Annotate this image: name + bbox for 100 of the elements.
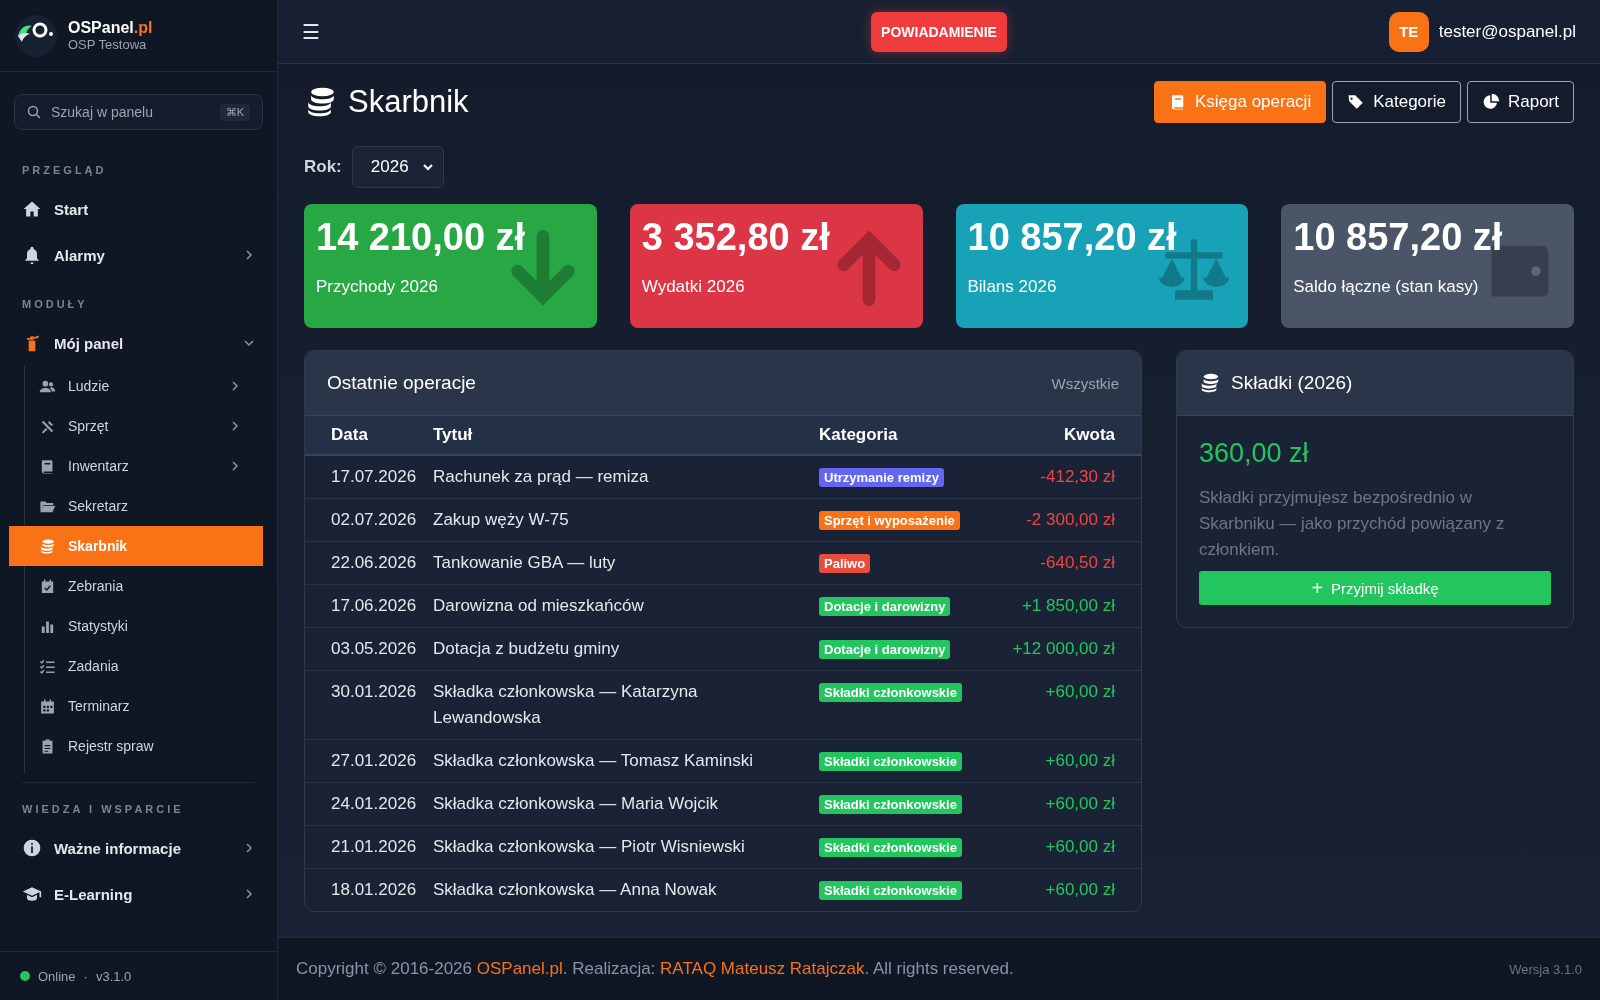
sidebar-item[interactable]: Alarmy — [0, 232, 277, 278]
category-tag: Składki członkowskie — [819, 752, 962, 771]
sidebar-item[interactable]: Terminarz — [25, 686, 263, 726]
dues-note: Składki przyjmujesz bezpośrednio w Skarbniku — jako przychód powiązany z członkiem. — [1199, 487, 1506, 561]
date-cell: 27.01.2026 — [305, 739, 425, 783]
date-cell: 17.06.2026 — [305, 584, 425, 628]
stat-value: 10 857,20 zł — [1293, 216, 1504, 259]
card-title: Ostatnie operacje — [327, 372, 476, 394]
category-tag: Składki członkowskie — [819, 881, 962, 900]
chevron-icon — [229, 460, 241, 472]
chevron-icon — [229, 380, 241, 392]
date-cell: 18.01.2026 — [305, 868, 425, 911]
sidebar-item[interactable]: Sprzęt — [25, 406, 263, 446]
column-header: Kategoria — [811, 416, 989, 455]
date-cell: 17.07.2026 — [305, 455, 425, 499]
amount-cell: +60,00 zł — [988, 782, 1141, 826]
sidebar-item[interactable]: Start — [0, 186, 277, 232]
info-icon — [22, 838, 42, 858]
category-tag: Dotacje i darowizny — [819, 597, 951, 616]
page-title: Skarbnik — [348, 84, 469, 120]
title-cell: Dotacja z budżetu gminy — [425, 627, 811, 671]
date-cell: 03.05.2026 — [305, 627, 425, 671]
tags-icon — [1347, 93, 1366, 111]
category-tag: Składki członkowskie — [819, 683, 962, 702]
amount-cell: -412,30 zł — [988, 455, 1141, 499]
title-cell: Darowizna od mieszkańców — [425, 584, 811, 628]
calendar-check-icon — [39, 577, 56, 595]
title-cell: Rachunek za prąd — remiza — [425, 455, 811, 499]
chevron-icon — [229, 420, 241, 432]
amount-cell: -640,50 zł — [988, 541, 1141, 585]
caret-icon — [422, 162, 433, 172]
year-select[interactable]: 2026 — [351, 146, 444, 188]
category-tag: Dotacje i darowizny — [819, 640, 951, 659]
notification-button[interactable]: POWIADAMIENIE — [871, 11, 1007, 52]
sidebar-item[interactable]: Statystyki — [25, 606, 263, 646]
search-icon — [27, 105, 41, 119]
sidebar-item[interactable]: Mój panel — [0, 320, 277, 366]
search-field[interactable]: Szukaj w panelu ⌘K — [14, 94, 263, 130]
shortcut-hint: ⌘K — [219, 103, 250, 121]
stat-value: 14 210,00 zł — [316, 216, 527, 259]
pie-icon — [1481, 93, 1500, 111]
date-cell: 24.01.2026 — [305, 782, 425, 826]
brand-name: OSPanel.pl — [68, 19, 153, 37]
sidebar-item[interactable]: Sekretarz — [25, 486, 263, 526]
action-button[interactable]: Raport — [1466, 81, 1574, 123]
action-button[interactable]: Kategorie — [1332, 81, 1461, 123]
sidebar-item[interactable]: Zebrania — [25, 566, 263, 606]
separator-dot: · — [83, 968, 88, 984]
title-cell: Tankowanie GBA — luty — [425, 541, 811, 585]
title-cell: Składka członkowska — Anna Nowak — [425, 868, 811, 911]
chevron-icon — [243, 337, 255, 349]
title-cell: Składka członkowska — Maria Wojcik — [425, 782, 811, 826]
sidebar-item[interactable]: E-Learning — [0, 871, 277, 917]
category-tag: Utrzymanie remizy — [819, 468, 944, 487]
status-label: Online — [38, 968, 76, 984]
list-icon — [39, 657, 56, 675]
chevron-icon — [243, 249, 255, 261]
sidebar-item[interactable]: Inwentarz — [25, 446, 263, 486]
title-cell: Składka członkowska — Tomasz Kaminski — [425, 739, 811, 783]
amount-cell: +60,00 zł — [988, 825, 1141, 869]
section-heading: MODUŁY — [21, 297, 89, 312]
section-heading: PRZEGLĄD — [21, 163, 108, 178]
amount-cell: +12 000,00 zł — [988, 627, 1141, 671]
stat-label: Wydatki 2026 — [641, 277, 746, 297]
title-cell: Składka członkowska — Piotr Wisniewski — [425, 825, 811, 869]
logo-icon — [14, 13, 58, 58]
home-icon — [22, 199, 42, 219]
user-email[interactable]: tester@ospanel.pl — [1438, 21, 1576, 42]
stat-value: 3 352,80 zł — [641, 216, 831, 259]
sidebar-item[interactable]: Ważne informacje — [0, 825, 277, 871]
category-tag: Składki członkowskie — [819, 838, 962, 857]
date-cell: 22.06.2026 — [305, 541, 425, 585]
bell-icon — [22, 245, 42, 265]
sidebar-item[interactable]: Ludzie — [25, 366, 263, 406]
calendar-icon — [39, 697, 56, 715]
footer-link[interactable]: RATAQ Mateusz Ratajczak — [660, 959, 865, 978]
column-header: Data — [305, 416, 425, 455]
stat-label: Przychody 2026 — [316, 277, 439, 297]
dues-total: 360,00 zł — [1199, 438, 1310, 469]
coins-icon — [39, 537, 56, 555]
column-header: Kwota — [988, 416, 1141, 455]
version-label: Wersja 3.1.0 — [1509, 961, 1582, 977]
amount-cell: +60,00 zł — [988, 739, 1141, 783]
date-cell: 02.07.2026 — [305, 498, 425, 542]
chevron-icon — [243, 842, 255, 854]
amount-cell: +60,00 zł — [988, 670, 1141, 740]
sidebar-item[interactable]: Rejestr spraw — [25, 726, 263, 766]
all-link[interactable]: Wszystkie — [1051, 374, 1119, 392]
title-cell: Składka członkowska — Katarzyna Lewandowska — [425, 670, 811, 740]
amount-cell: +1 850,00 zł — [988, 584, 1141, 628]
stat-value: 10 857,20 zł — [967, 216, 1178, 259]
amount-cell: -2 300,00 zł — [988, 498, 1141, 542]
title-cell: Zakup węży W-75 — [425, 498, 811, 542]
unit-name: OSP Testowa — [68, 37, 148, 52]
footer-link[interactable]: OSPanel.pl — [476, 959, 563, 978]
menu-button[interactable]: ☰ — [302, 19, 320, 44]
date-cell: 21.01.2026 — [305, 825, 425, 869]
date-cell: 30.01.2026 — [305, 670, 425, 740]
sidebar-item[interactable]: Zadania — [25, 646, 263, 686]
year-label: Rok: — [304, 157, 342, 177]
